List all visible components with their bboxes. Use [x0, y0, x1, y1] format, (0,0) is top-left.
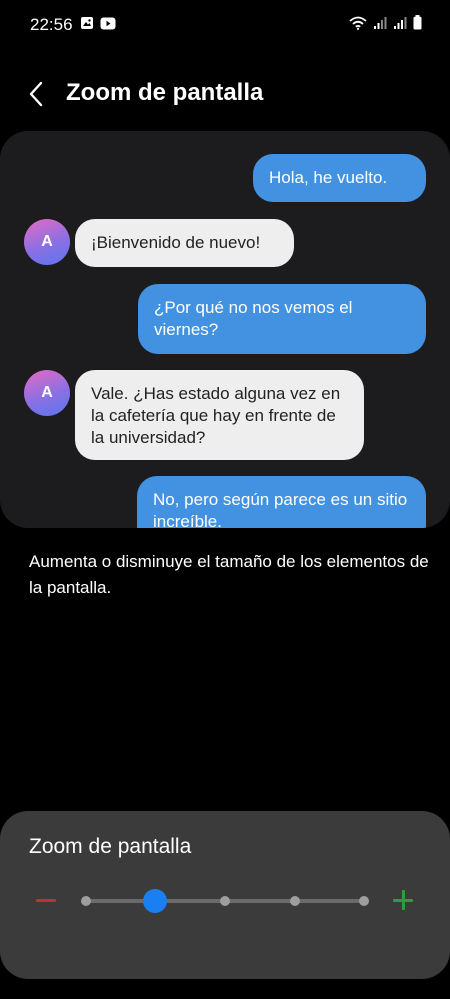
- slider-stop[interactable]: [220, 896, 230, 906]
- chat-bubble-incoming: ¡Bienvenido de nuevo!: [75, 219, 294, 267]
- status-time: 22:56: [30, 15, 73, 34]
- wifi-icon: [349, 16, 367, 30]
- slider-stop[interactable]: [359, 896, 370, 906]
- slider-stop[interactable]: [289, 896, 300, 906]
- app-header: Zoom de pantalla: [0, 64, 450, 124]
- signal-icon: [394, 16, 407, 29]
- gallery-icon: [81, 17, 93, 29]
- zoom-control-sheet: Zoom de pantalla: [0, 811, 450, 979]
- zoom-preview-panel: Hola, he vuelto. A ¡Bienvenido de nuevo!…: [0, 131, 450, 528]
- zoom-increase-button[interactable]: [390, 886, 418, 914]
- slider-thumb[interactable]: [143, 889, 168, 913]
- youtube-icon: [100, 17, 116, 29]
- battery-icon: [413, 15, 422, 30]
- status-left-icons: [80, 16, 116, 30]
- avatar-letter: A: [41, 233, 53, 250]
- chat-bubble-incoming: Vale. ¿Has estado alguna vez en la cafet…: [75, 370, 364, 460]
- chat-bubble-outgoing: No, pero según parece es un sitio increí…: [137, 476, 426, 528]
- chat-bubble-outgoing: ¿Por qué no nos vemos el viernes?: [138, 284, 426, 354]
- contact-avatar: A: [24, 370, 70, 416]
- chat-bubble-outgoing: Hola, he vuelto.: [253, 154, 426, 202]
- zoom-description: Aumenta o disminuye el tamaño de los ele…: [29, 552, 429, 597]
- back-button[interactable]: [22, 78, 52, 110]
- slider-stop[interactable]: [80, 896, 91, 906]
- status-right-icons: [349, 15, 422, 30]
- contact-avatar: A: [24, 219, 70, 265]
- status-bar: 22:56: [0, 0, 450, 50]
- signal-icon: [374, 16, 387, 29]
- zoom-control-title: Zoom de pantalla: [29, 835, 192, 858]
- page-title: Zoom de pantalla: [66, 79, 264, 106]
- zoom-decrease-button[interactable]: [33, 886, 61, 914]
- zoom-slider[interactable]: [80, 889, 370, 913]
- chevron-left-icon: [29, 81, 43, 107]
- avatar-letter: A: [41, 384, 53, 401]
